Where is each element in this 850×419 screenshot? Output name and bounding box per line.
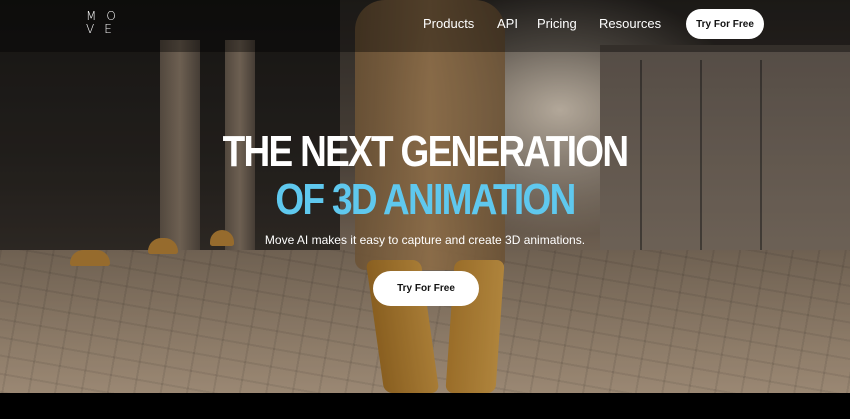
- nav-link-api[interactable]: API: [497, 16, 518, 31]
- nav-link-pricing[interactable]: Pricing: [537, 16, 577, 31]
- headline-line-1: THE NEXT GENERATION: [222, 127, 629, 176]
- hero-try-for-free-button[interactable]: Try For Free: [373, 271, 479, 306]
- bottom-strip: [0, 393, 850, 419]
- headline-line-2: OF 3D ANIMATION: [275, 175, 576, 224]
- hero-headline: THE NEXT GENERATION OF 3D ANIMATION: [0, 128, 850, 224]
- nav-link-resources[interactable]: Resources: [599, 16, 661, 31]
- move-logo[interactable]: MO VE: [86, 10, 134, 38]
- hero-subtitle: Move AI makes it easy to capture and cre…: [264, 233, 586, 247]
- logo-row-bottom: VE: [86, 22, 122, 36]
- top-navigation: MO VE Products API Pricing Resources Try…: [0, 0, 850, 52]
- nav-link-products[interactable]: Products: [423, 16, 474, 31]
- nav-try-for-free-button[interactable]: Try For Free: [686, 9, 764, 39]
